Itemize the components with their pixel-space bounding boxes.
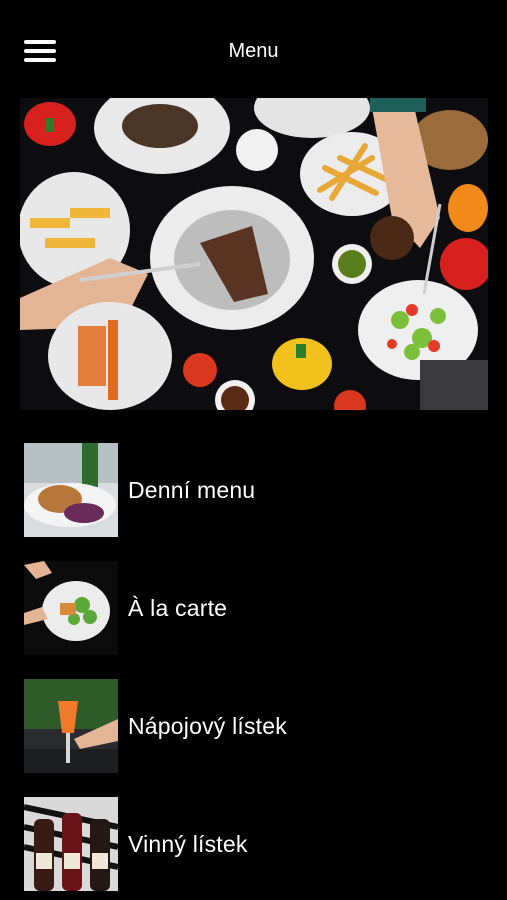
drinks-thumbnail — [24, 679, 118, 773]
menu-item-daily-menu[interactable]: Denní menu — [24, 443, 484, 537]
menu-item-label: À la carte — [128, 595, 228, 621]
menu-item-label: Vinný lístek — [128, 831, 248, 857]
menu-item-a-la-carte[interactable]: À la carte — [24, 561, 484, 655]
menu-item-label: Nápojový lístek — [128, 713, 287, 739]
wine-thumbnail — [24, 797, 118, 891]
page-title: Menu — [228, 40, 279, 62]
menu-item-drinks[interactable]: Nápojový lístek — [24, 679, 484, 773]
menu-item-label: Denní menu — [128, 477, 256, 503]
menu-item-wine[interactable]: Vinný lístek — [24, 797, 484, 891]
a-la-carte-thumbnail — [24, 561, 118, 655]
hero-food-image — [20, 98, 488, 410]
daily-menu-thumbnail — [24, 443, 118, 537]
app-header: Menu — [0, 0, 507, 100]
